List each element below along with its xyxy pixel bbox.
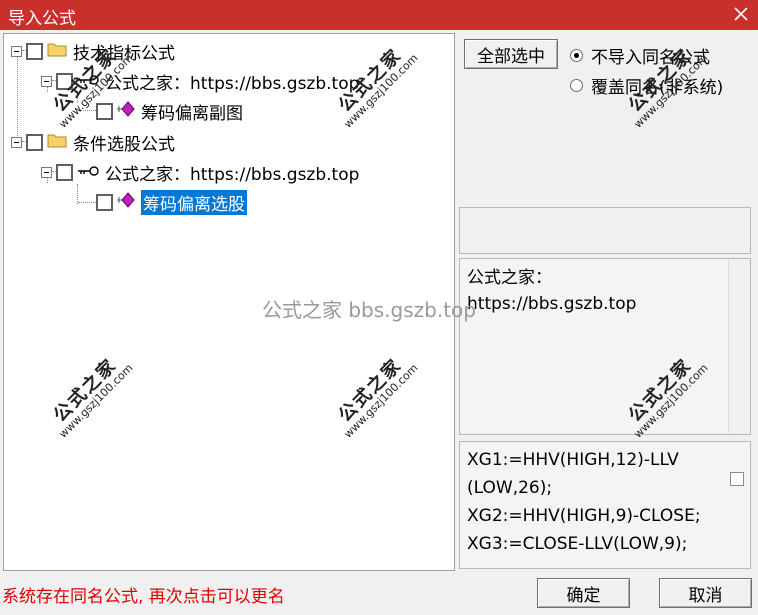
folder-icon: [47, 132, 67, 153]
empty-panel: [459, 207, 751, 254]
code-line: XG2:=HHV(HIGH,9)-CLOSE;: [467, 506, 701, 526]
description-scrollbar[interactable]: [728, 259, 750, 434]
radio-overwrite[interactable]: 覆盖同名(非系统): [570, 73, 723, 98]
tree-node-source[interactable]: 公式之家：https://bbs.gszb.top: [41, 160, 360, 185]
key-icon: [77, 71, 99, 91]
radio-no-import[interactable]: 不导入同名公式: [570, 43, 710, 68]
title-bar: 导入公式: [0, 0, 758, 30]
code-panel: XG1:=HHV(HIGH,12)-LLV (LOW,26); XG2:=HHV…: [459, 441, 751, 569]
radio-button-checked[interactable]: [570, 49, 583, 62]
radio-label: 不导入同名公式: [591, 48, 710, 68]
collapse-icon[interactable]: [41, 75, 52, 87]
tree-node-formula[interactable]: 筹码偏离副图: [96, 99, 243, 124]
collapse-icon[interactable]: [41, 166, 52, 178]
status-message: 系统存在同名公式, 再次点击可以更名: [2, 587, 285, 607]
tree-node-label: 公式之家：https://bbs.gszb.top: [105, 164, 360, 185]
cancel-button[interactable]: 取消: [659, 578, 752, 608]
watermark-text: 公式之家 bbs.gszb.top: [262, 298, 476, 322]
collapse-icon[interactable]: [11, 136, 22, 148]
code-checkbox[interactable]: [730, 472, 744, 486]
tree-node-label: 条件选股公式: [73, 134, 175, 155]
code-line: (LOW,26);: [467, 478, 553, 498]
code-line: XG3:=CLOSE-LLV(LOW,9);: [467, 534, 688, 554]
tree-node-technical-indicators[interactable]: 技术指标公式: [11, 39, 175, 64]
key-icon: [77, 162, 99, 182]
description-text: 公式之家： https://bbs.gszb.top: [467, 265, 636, 317]
ok-button[interactable]: 确定: [537, 578, 630, 608]
description-panel: 公式之家： https://bbs.gszb.top: [459, 258, 751, 435]
tree-checkbox[interactable]: [26, 133, 43, 151]
radio-label: 覆盖同名(非系统): [591, 78, 724, 98]
tree-node-formula[interactable]: 筹码偏离选股: [96, 189, 247, 215]
description-line: 公式之家：: [467, 268, 552, 288]
tree-checkbox[interactable]: [56, 163, 73, 181]
tree-checkbox[interactable]: [96, 102, 113, 120]
folder-icon: [47, 41, 67, 62]
window-title: 导入公式: [8, 9, 76, 29]
tree-checkbox[interactable]: [26, 42, 43, 60]
tree-node-label: 筹码偏离副图: [141, 103, 243, 124]
tree-checkbox[interactable]: [56, 72, 73, 90]
tree-node-stock-selection[interactable]: 条件选股公式: [11, 130, 175, 155]
code-text: XG1:=HHV(HIGH,12)-LLV (LOW,26); XG2:=HHV…: [467, 446, 701, 558]
radio-button[interactable]: [570, 79, 583, 92]
tree-node-label: 技术指标公式: [73, 43, 175, 64]
description-line: https://bbs.gszb.top: [467, 294, 637, 314]
formula-icon: [117, 191, 135, 213]
tree-node-source[interactable]: 公式之家：https://bbs.gszb.top: [41, 69, 360, 94]
tree-node-label: 公式之家：https://bbs.gszb.top: [105, 73, 360, 94]
code-line: XG1:=HHV(HIGH,12)-LLV: [467, 450, 679, 470]
close-icon[interactable]: [730, 3, 752, 25]
formula-icon: [117, 100, 135, 122]
collapse-icon[interactable]: [11, 45, 22, 57]
select-all-button[interactable]: 全部选中: [464, 39, 558, 69]
tree-checkbox[interactable]: [96, 193, 113, 211]
tree-node-label-selected: 筹码偏离选股: [141, 189, 247, 215]
